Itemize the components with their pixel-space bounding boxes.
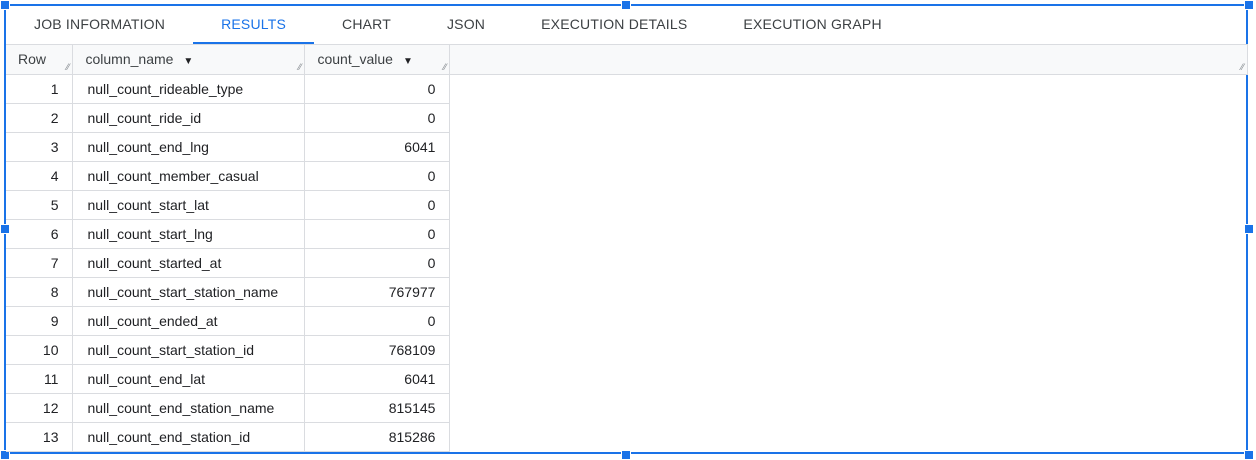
empty-filler-cell [450,161,1248,190]
header-count-value-label: count_value [317,51,393,68]
row-number-cell: 13 [6,422,74,452]
tab-job-information[interactable]: JOB INFORMATION [6,4,193,44]
empty-filler-cell [450,277,1248,306]
table-row[interactable]: 8 null_count_start_station_name 767977 [6,277,1248,307]
count-value-cell[interactable]: 0 [304,306,451,336]
header-column-name-label: column_name [85,51,174,68]
column-name-cell[interactable]: null_count_start_station_id [72,335,306,365]
table-row[interactable]: 2 null_count_ride_id 0 [6,103,1248,133]
empty-filler-cell [450,103,1248,132]
count-value-cell[interactable]: 767977 [304,277,451,307]
empty-filler-cell [450,132,1248,161]
column-name-cell[interactable]: null_count_end_lng [72,132,306,162]
row-number-cell: 10 [6,335,74,365]
count-value-cell[interactable]: 0 [304,74,451,104]
count-value-cell[interactable]: 6041 [304,132,451,162]
count-value-cell[interactable]: 768109 [304,335,451,365]
empty-filler-cell [450,393,1248,422]
column-name-cell[interactable]: null_count_start_station_name [72,277,306,307]
header-row-number[interactable]: Row ⁄⁄ [6,45,74,75]
table-row[interactable]: 9 null_count_ended_at 0 [6,306,1248,336]
table-row[interactable]: 6 null_count_start_lng 0 [6,219,1248,249]
results-table: Row ⁄⁄ column_name ▼ ⁄⁄ count_value ▼ ⁄⁄ ⁄… [6,45,1248,452]
count-value-cell[interactable]: 815145 [304,393,451,423]
column-name-cell[interactable]: null_count_end_lat [72,364,306,394]
column-name-cell[interactable]: null_count_ride_id [72,103,306,133]
table-row[interactable]: 5 null_count_start_lat 0 [6,190,1248,220]
table-row[interactable]: 10 null_count_start_station_id 768109 [6,335,1248,365]
row-number-cell: 8 [6,277,74,307]
empty-filler-cell [450,74,1248,103]
column-resize-icon[interactable]: ⁄⁄ [298,62,301,72]
row-number-cell: 5 [6,190,74,220]
header-row-label: Row [18,51,47,68]
count-value-cell[interactable]: 0 [304,103,451,133]
row-number-cell: 11 [6,364,74,394]
row-number-cell: 4 [6,161,74,191]
table-row[interactable]: 12 null_count_end_station_name 815145 [6,393,1248,423]
sort-dropdown-icon[interactable]: ▼ [403,56,413,67]
column-name-cell[interactable]: null_count_started_at [72,248,306,278]
header-column-name[interactable]: column_name ▼ ⁄⁄ [72,45,306,75]
row-number-cell: 2 [6,103,74,133]
column-name-cell[interactable]: null_count_end_station_id [72,422,306,452]
row-number-cell: 9 [6,306,74,336]
column-resize-icon[interactable]: ⁄⁄ [443,62,446,72]
column-name-cell[interactable]: null_count_end_station_name [72,393,306,423]
empty-filler-cell [450,335,1248,364]
count-value-cell[interactable]: 815286 [304,422,451,452]
count-value-cell[interactable]: 0 [304,161,451,191]
column-name-cell[interactable]: null_count_start_lng [72,219,306,249]
header-count-value[interactable]: count_value ▼ ⁄⁄ [304,45,451,75]
empty-filler-cell [450,364,1248,393]
table-body: 1 null_count_rideable_type 0 2 null_count_ri… [6,74,1248,452]
empty-filler-cell [450,422,1248,451]
column-resize-icon[interactable]: ⁄⁄ [66,62,69,72]
tab-execution-graph[interactable]: EXECUTION GRAPH [715,4,909,44]
table-row[interactable]: 4 null_count_member_casual 0 [6,161,1248,191]
column-name-cell[interactable]: null_count_rideable_type [72,74,306,104]
column-name-cell[interactable]: null_count_member_casual [72,161,306,191]
table-row[interactable]: 1 null_count_rideable_type 0 [6,74,1248,104]
row-number-cell: 1 [6,74,74,104]
tab-results[interactable]: RESULTS [193,4,314,44]
empty-filler-cell [450,219,1248,248]
sort-dropdown-icon[interactable]: ▼ [183,56,193,67]
empty-filler-cell [450,190,1248,219]
count-value-cell[interactable]: 6041 [304,364,451,394]
tab-json[interactable]: JSON [419,4,513,44]
row-number-cell: 12 [6,393,74,423]
column-resize-icon[interactable]: ⁄⁄ [1241,62,1244,72]
tab-chart[interactable]: CHART [314,4,419,44]
row-number-cell: 3 [6,132,74,162]
count-value-cell[interactable]: 0 [304,248,451,278]
empty-filler-cell [450,248,1248,277]
table-header-row: Row ⁄⁄ column_name ▼ ⁄⁄ count_value ▼ ⁄⁄ ⁄… [6,45,1248,75]
results-tab-bar: JOB INFORMATION RESULTS CHART JSON EXECU… [6,6,1248,44]
tab-execution-details[interactable]: EXECUTION DETAILS [513,4,715,44]
table-row[interactable]: 7 null_count_started_at 0 [6,248,1248,278]
table-row[interactable]: 11 null_count_end_lat 6041 [6,364,1248,394]
table-row[interactable]: 13 null_count_end_station_id 815286 [6,422,1248,452]
table-row[interactable]: 3 null_count_end_lng 6041 [6,132,1248,162]
count-value-cell[interactable]: 0 [304,219,451,249]
row-number-cell: 6 [6,219,74,249]
empty-filler-cell [450,306,1248,335]
row-number-cell: 7 [6,248,74,278]
header-empty-filler: ⁄⁄ [449,45,1248,75]
count-value-cell[interactable]: 0 [304,190,451,220]
column-name-cell[interactable]: null_count_ended_at [72,306,306,336]
column-name-cell[interactable]: null_count_start_lat [72,190,306,220]
results-table-container: Row ⁄⁄ column_name ▼ ⁄⁄ count_value ▼ ⁄⁄ ⁄… [6,44,1248,453]
